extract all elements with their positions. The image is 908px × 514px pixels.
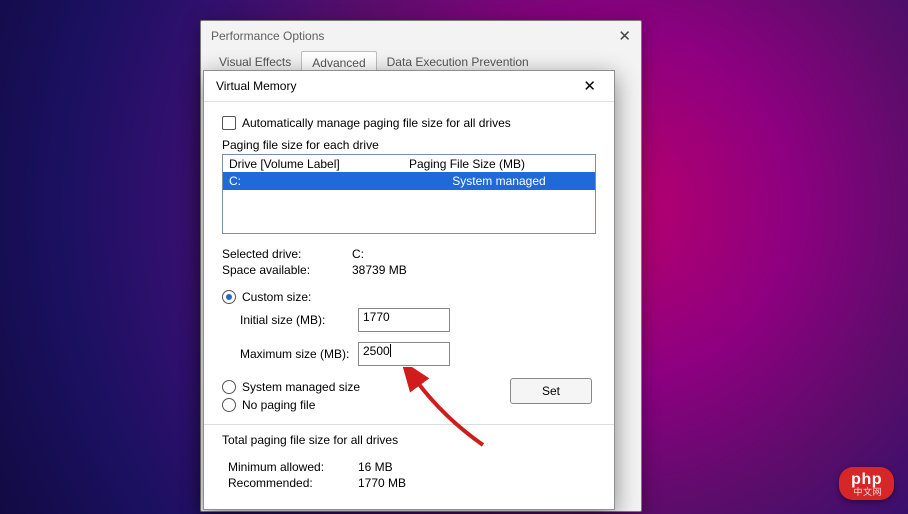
space-available-value: 38739 MB: [352, 263, 407, 277]
drive-letter: C:: [229, 174, 409, 188]
radio-custom-label: Custom size:: [242, 290, 311, 304]
checkbox-icon[interactable]: [222, 116, 236, 130]
virtual-memory-titlebar: Virtual Memory ✕: [204, 71, 614, 102]
total-paging-info: Minimum allowed: 16 MB Recommended: 1770…: [222, 459, 596, 491]
text-cursor: [390, 344, 391, 357]
minimum-allowed-value: 16 MB: [358, 460, 393, 474]
radio-icon[interactable]: [222, 398, 236, 412]
performance-options-title: Performance Options: [211, 29, 324, 43]
radio-icon[interactable]: [222, 380, 236, 394]
initial-size-row: Initial size (MB): 1770: [222, 306, 596, 334]
maximum-size-label: Maximum size (MB):: [240, 347, 350, 361]
initial-size-label: Initial size (MB):: [240, 313, 350, 327]
selected-drive-value: C:: [352, 247, 364, 261]
size-mode-radios: Custom size: Initial size (MB): 1770 Max…: [222, 288, 596, 404]
close-icon[interactable]: ✕: [577, 75, 602, 97]
set-button[interactable]: Set: [510, 378, 592, 404]
minimum-allowed-label: Minimum allowed:: [222, 460, 358, 474]
close-icon[interactable]: ✕: [618, 27, 631, 45]
virtual-memory-body: Automatically manage paging file size fo…: [204, 102, 614, 501]
auto-manage-checkbox-row[interactable]: Automatically manage paging file size fo…: [222, 116, 596, 130]
php-logo-badge: php 中文网: [839, 467, 894, 500]
space-available-label: Space available:: [222, 263, 352, 277]
drive-header-drive: Drive [Volume Label]: [229, 157, 409, 171]
radio-system-label: System managed size: [242, 380, 360, 394]
drive-status: System managed: [409, 174, 589, 188]
virtual-memory-dialog: Virtual Memory ✕ Automatically manage pa…: [203, 70, 615, 510]
total-paging-label: Total paging file size for all drives: [222, 433, 596, 447]
maximum-size-row: Maximum size (MB): 2500: [222, 340, 596, 368]
initial-size-input[interactable]: 1770: [358, 308, 450, 332]
drive-list-header: Drive [Volume Label] Paging File Size (M…: [223, 155, 595, 172]
recommended-label: Recommended:: [222, 476, 358, 490]
drive-list[interactable]: Drive [Volume Label] Paging File Size (M…: [222, 154, 596, 234]
auto-manage-label: Automatically manage paging file size fo…: [242, 116, 511, 130]
radio-custom-size[interactable]: Custom size:: [222, 288, 596, 306]
virtual-memory-title: Virtual Memory: [216, 79, 296, 93]
selected-drive-label: Selected drive:: [222, 247, 352, 261]
drive-row[interactable]: C: System managed: [223, 172, 595, 190]
divider: [204, 424, 614, 425]
paging-file-group-label: Paging file size for each drive: [222, 138, 596, 152]
selected-drive-info: Selected drive: C: Space available: 3873…: [222, 246, 596, 278]
recommended-value: 1770 MB: [358, 476, 406, 490]
radio-nopage-label: No paging file: [242, 398, 315, 412]
radio-icon[interactable]: [222, 290, 236, 304]
drive-header-size: Paging File Size (MB): [409, 157, 589, 171]
maximum-size-input[interactable]: 2500: [358, 342, 450, 366]
performance-options-titlebar: Performance Options ✕: [201, 21, 641, 51]
